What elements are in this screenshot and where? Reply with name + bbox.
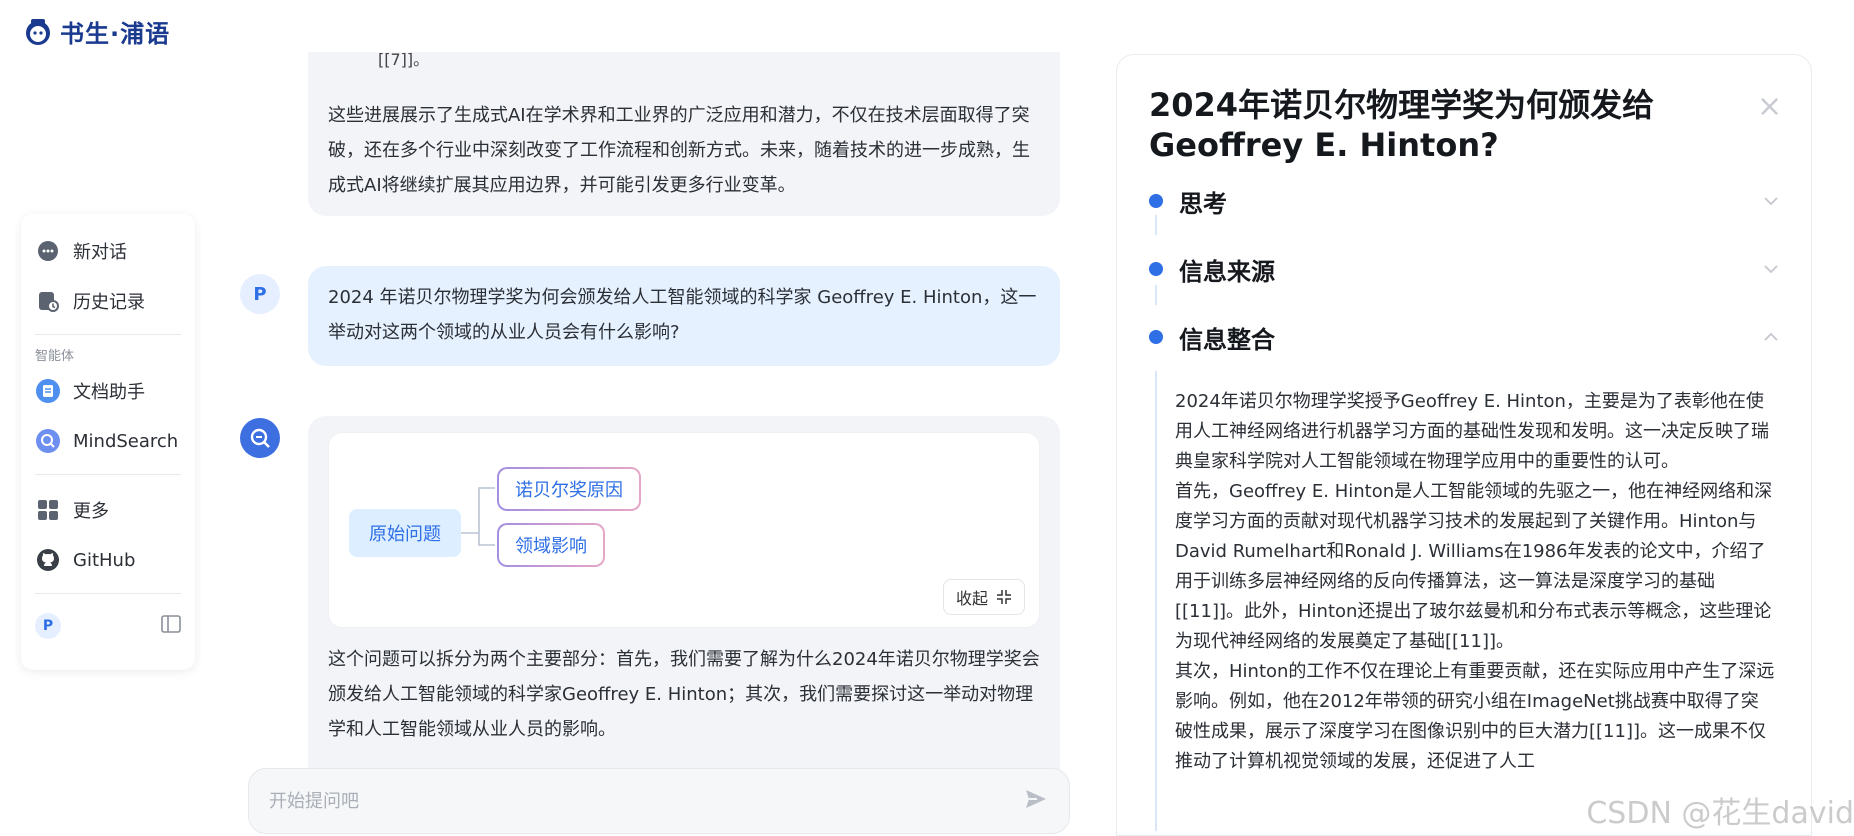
message-text: 2024 年诺贝尔物理学奖为何会颁发给人工智能领域的科学家 Geoffrey E… <box>328 287 1037 343</box>
collapse-label: 收起 <box>955 589 988 608</box>
sidebar: 新对话 历史记录 智能体 文档助手 MindSearch 更多 GitHub P <box>21 214 195 670</box>
chat-bubble-icon <box>35 238 61 264</box>
chevron-up-icon <box>1764 332 1778 341</box>
collapse-icon <box>997 590 1011 604</box>
sidebar-item-mindsearch[interactable]: MindSearch <box>35 416 181 466</box>
divider <box>35 334 181 335</box>
sidebar-item-github[interactable]: GitHub <box>35 535 181 585</box>
sidebar-item-label: 历史记录 <box>73 292 145 313</box>
assistant-message: 原始问题 诺贝尔奖原因 领域影响 收起 这个问题可以拆分为两个主要部分：首先，我… <box>308 416 1060 770</box>
mindmap-child-node[interactable]: 领域影响 <box>497 523 605 567</box>
logo-mascot-icon <box>26 18 50 45</box>
collapse-button[interactable]: 收起 <box>942 579 1025 615</box>
citation-fragment: [[7]]。 <box>378 52 430 69</box>
chat-area: [[7]]。 这些进展展示了生成式AI在学术界和工业界的广泛应用和潜力，不仅在技… <box>240 52 1070 770</box>
mindsearch-icon <box>35 428 61 454</box>
agents-caption: 智能体 <box>35 349 75 364</box>
mindmap-root-node[interactable]: 原始问题 <box>349 509 461 557</box>
chat-input-box <box>248 768 1070 834</box>
section-label: 信息整合 <box>1179 325 1275 354</box>
mindmap-node-label: 诺贝尔奖原因 <box>499 469 639 509</box>
timeline-line <box>1155 371 1157 831</box>
assistant-avatar <box>240 418 280 458</box>
github-icon <box>35 547 61 573</box>
brand-logo[interactable]: 书生·浦语 <box>22 14 170 49</box>
section-sources[interactable]: 信息来源 <box>1149 249 1781 289</box>
section-thinking[interactable]: 思考 <box>1149 181 1781 221</box>
mindsearch-icon <box>250 428 270 448</box>
chat-input[interactable] <box>269 790 1009 812</box>
send-icon[interactable] <box>1023 786 1049 816</box>
sidebar-item-document-assistant[interactable]: 文档助手 <box>35 366 181 416</box>
history-icon <box>35 288 61 314</box>
section-label: 思考 <box>1179 189 1227 218</box>
grid-icon <box>35 497 61 523</box>
sidebar-footer: P <box>35 604 181 648</box>
brand-name: 书生·浦语 <box>60 20 171 48</box>
message-text: 这个问题可以拆分为两个主要部分：首先，我们需要了解为什么2024年诺贝尔物理学奖… <box>328 649 1040 740</box>
mindmap-child-node[interactable]: 诺贝尔奖原因 <box>497 467 641 511</box>
chevron-down-icon <box>1764 197 1778 206</box>
section-label: 信息来源 <box>1179 257 1275 286</box>
sidebar-item-label: MindSearch <box>73 430 179 452</box>
watermark: CSDN @花生david <box>1586 796 1854 831</box>
timeline-dot <box>1149 330 1163 344</box>
section-integration[interactable]: 信息整合 <box>1149 317 1781 357</box>
chevron-down-icon <box>1764 265 1778 274</box>
sidebar-item-label: 更多 <box>73 501 109 522</box>
timeline-dot <box>1149 194 1163 208</box>
document-assistant-icon <box>35 378 61 404</box>
message-text: 这些进展展示了生成式AI在学术界和工业界的广泛应用和潜力，不仅在技术层面取得了突… <box>328 105 1030 196</box>
user-avatar[interactable]: P <box>35 613 61 639</box>
user-message: 2024 年诺贝尔物理学奖为何会颁发给人工智能领域的科学家 Geoffrey E… <box>308 266 1060 366</box>
panel-title: 2024年诺贝尔物理学奖为何颁发给Geoffrey E. Hinton? <box>1149 86 1655 164</box>
sidebar-toggle-icon[interactable] <box>161 615 181 637</box>
sidebar-item-label: 新对话 <box>73 242 127 263</box>
integration-content: 2024年诺贝尔物理学奖授予Geoffrey E. Hinton，主要是为了表彰… <box>1175 391 1775 772</box>
user-avatar: P <box>240 274 280 314</box>
timeline-dot <box>1149 262 1163 276</box>
search-detail-panel: 2024年诺贝尔物理学奖为何颁发给Geoffrey E. Hinton? × 思… <box>1116 54 1812 836</box>
mindmap-node-label: 领域影响 <box>499 525 603 565</box>
sidebar-item-new-chat[interactable]: 新对话 <box>35 226 181 276</box>
mindmap: 原始问题 诺贝尔奖原因 领域影响 收起 <box>328 432 1040 628</box>
divider <box>35 593 181 594</box>
assistant-message-previous: [[7]]。 这些进展展示了生成式AI在学术界和工业界的广泛应用和潜力，不仅在技… <box>308 52 1060 216</box>
sidebar-item-more[interactable]: 更多 <box>35 485 181 535</box>
close-icon[interactable]: × <box>1757 92 1782 122</box>
sidebar-item-history[interactable]: 历史记录 <box>35 276 181 326</box>
sidebar-item-label: GitHub <box>73 549 136 571</box>
divider <box>35 474 181 475</box>
sidebar-item-label: 文档助手 <box>73 382 145 403</box>
